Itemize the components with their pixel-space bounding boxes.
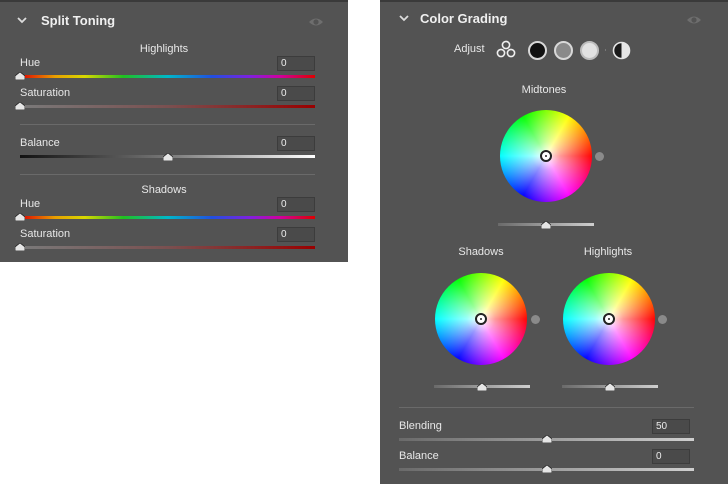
- highlights-label: Highlights: [583, 246, 633, 258]
- shadows-hue-slider[interactable]: [20, 216, 315, 219]
- highlights-heading: Highlights: [139, 43, 189, 55]
- midtones-color-wheel[interactable]: [500, 110, 592, 202]
- balance-thumb[interactable]: [163, 153, 173, 161]
- shadows-lum-dot[interactable]: [531, 315, 540, 324]
- highlights-view-button[interactable]: [580, 41, 599, 60]
- shadows-saturation-slider[interactable]: [20, 246, 315, 249]
- midtones-view-button[interactable]: [554, 41, 573, 60]
- midtones-luminance-thumb[interactable]: [541, 221, 551, 229]
- shadows-hue-thumb[interactable]: [15, 213, 25, 221]
- midtones-label: Midtones: [521, 84, 567, 96]
- highlights-color-wheel[interactable]: [563, 273, 655, 365]
- highlights-saturation-thumb[interactable]: [15, 102, 25, 110]
- midtones-lum-dot[interactable]: [595, 152, 604, 161]
- shadows-saturation-input[interactable]: 0: [277, 227, 315, 242]
- shadows-hue-label: Hue: [20, 198, 41, 210]
- split-toning-title: Split Toning: [41, 13, 116, 28]
- midtones-wheel-handle[interactable]: [540, 150, 552, 162]
- divider: [399, 407, 694, 408]
- blending-label: Blending: [399, 420, 442, 432]
- highlights-luminance-thumb[interactable]: [605, 383, 615, 391]
- visibility-eye-icon[interactable]: [308, 16, 324, 28]
- blending-thumb[interactable]: [542, 435, 552, 443]
- highlights-hue-label: Hue: [20, 57, 41, 69]
- balance-input[interactable]: 0: [652, 449, 690, 464]
- shadows-color-wheel[interactable]: [435, 273, 527, 365]
- shadows-heading: Shadows: [141, 184, 187, 196]
- highlights-lum-dot[interactable]: [658, 315, 667, 324]
- three-way-view-icon[interactable]: [496, 40, 516, 58]
- balance-input[interactable]: 0: [277, 136, 315, 151]
- highlights-saturation-slider[interactable]: [20, 105, 315, 108]
- chevron-down-icon[interactable]: [399, 13, 409, 23]
- color-grading-title: Color Grading: [420, 11, 508, 26]
- shadows-saturation-label: Saturation: [20, 228, 71, 240]
- visibility-eye-icon[interactable]: [686, 14, 702, 26]
- highlights-wheel-handle[interactable]: [603, 313, 615, 325]
- balance-thumb[interactable]: [542, 465, 552, 473]
- divider: [605, 49, 606, 51]
- adjust-label: Adjust: [454, 43, 485, 55]
- highlights-hue-thumb[interactable]: [15, 72, 25, 80]
- chevron-down-icon[interactable]: [17, 15, 27, 25]
- highlights-saturation-label: Saturation: [20, 87, 71, 99]
- blending-input[interactable]: 50: [652, 419, 690, 434]
- balance-label: Balance: [399, 450, 439, 462]
- global-view-icon[interactable]: [612, 41, 631, 60]
- balance-label: Balance: [20, 137, 60, 149]
- highlights-saturation-input[interactable]: 0: [277, 86, 315, 101]
- shadows-view-button[interactable]: [528, 41, 547, 60]
- highlights-hue-slider[interactable]: [20, 75, 315, 78]
- split-toning-panel: Split Toning Highlights Hue 0 Saturation…: [0, 0, 348, 262]
- shadows-wheel-handle[interactable]: [475, 313, 487, 325]
- shadows-hue-input[interactable]: 0: [277, 197, 315, 212]
- shadows-saturation-thumb[interactable]: [15, 243, 25, 251]
- divider: [20, 124, 315, 125]
- highlights-hue-input[interactable]: 0: [277, 56, 315, 71]
- shadows-label: Shadows: [458, 246, 504, 258]
- divider: [20, 174, 315, 175]
- color-grading-panel: Color Grading Adjust Midtones Shadows Hi…: [380, 0, 728, 484]
- shadows-luminance-thumb[interactable]: [477, 383, 487, 391]
